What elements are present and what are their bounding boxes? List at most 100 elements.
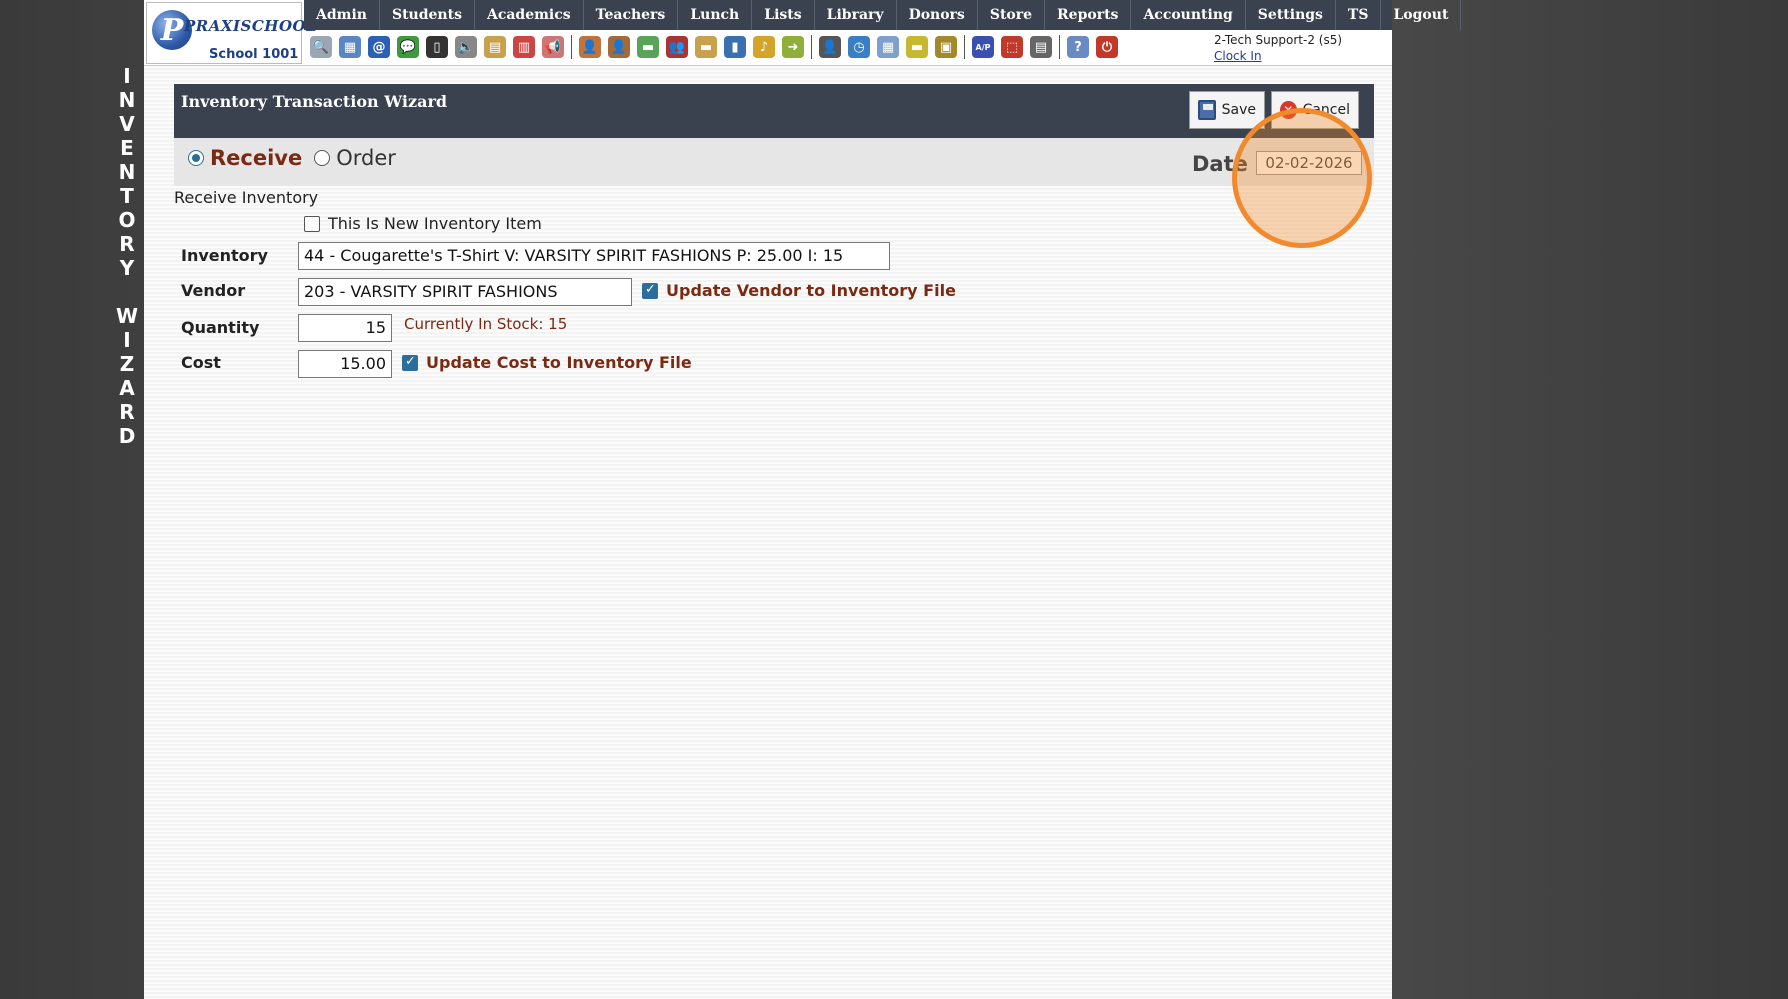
vertical-page-title: INVENTORYWIZARD	[112, 64, 142, 448]
menu-item-ts[interactable]: TS	[1336, 0, 1382, 30]
parents-icon[interactable]: 👥	[666, 36, 688, 58]
inventory-field[interactable]: 44 - Cougarette's T-Shirt V: VARSITY SPI…	[298, 242, 890, 270]
new-item-label[interactable]: This Is New Inventory Item	[328, 214, 542, 233]
main-menu: Admin Students Academics Teachers Lunch Lists…	[304, 0, 1462, 30]
app-frame: P PRAXISCHOOL School 1001 Admin Students A…	[144, 0, 1462, 999]
new-item-row: This Is New Inventory Item	[304, 214, 542, 233]
top-bar: P PRAXISCHOOL School 1001 Admin Students A…	[144, 0, 1462, 66]
side-title-letter: A	[119, 376, 135, 400]
teacher-icon[interactable]: 👤	[579, 36, 601, 58]
side-title-letter: V	[119, 112, 135, 136]
ap-icon[interactable]: A/P	[972, 36, 994, 58]
money-icon[interactable]: ▬	[637, 36, 659, 58]
save-button[interactable]: Save	[1189, 91, 1265, 129]
calendar-grid-icon[interactable]: ▦	[339, 36, 361, 58]
mode-selector: Receive Order	[188, 146, 402, 170]
power-icon[interactable]: ⏻	[1096, 36, 1118, 58]
menu-item-store[interactable]: Store	[978, 0, 1046, 30]
side-title-letter: I	[123, 64, 131, 88]
update-cost-option: Update Cost to Inventory File	[402, 353, 692, 372]
menu-item-logout[interactable]: Logout	[1381, 0, 1462, 30]
cancel-label: Cancel	[1302, 102, 1350, 118]
update-vendor-label[interactable]: Update Vendor to Inventory File	[666, 281, 956, 300]
update-vendor-checkbox[interactable]	[642, 282, 658, 299]
report-card-icon[interactable]: ▤	[484, 36, 506, 58]
menu-item-academics[interactable]: Academics	[475, 0, 584, 30]
mode-bar: Receive Order Date 02-02-2026	[174, 138, 1374, 186]
stock-note: Currently In Stock: 15	[404, 315, 568, 333]
vendor-field[interactable]: 203 - VARSITY SPIRIT FASHIONS	[298, 278, 632, 306]
staff-icon[interactable]: 👤	[819, 36, 841, 58]
cash-icon[interactable]: ▤	[1030, 36, 1052, 58]
section-title: Receive Inventory	[174, 188, 319, 207]
help-icon[interactable]: ?	[1067, 36, 1089, 58]
update-cost-checkbox[interactable]	[402, 354, 418, 371]
search-icon[interactable]: 🔍	[310, 36, 332, 58]
update-cost-label[interactable]: Update Cost to Inventory File	[426, 353, 692, 372]
menu-item-admin[interactable]: Admin	[304, 0, 380, 30]
quantity-field[interactable]: 15	[298, 314, 392, 342]
calendar-icon[interactable]: ▥	[513, 36, 535, 58]
icon-toolbar: 🔍 ▦ @ 💬 ▯ 🔈 ▤ ▥ 📢 👤 👤 ▬ 👥 ▬ ▮ ♪ ➜ 👤 ◷ ▦ ▬ ▣ A/P ⬚ ▤? ⏻	[304, 30, 1118, 64]
megaphone-icon[interactable]: 📢	[542, 36, 564, 58]
side-title-letter: R	[119, 232, 135, 256]
side-title-letter: T	[120, 184, 134, 208]
menu-item-lists[interactable]: Lists	[752, 0, 815, 30]
user-name: 2-Tech Support-2 (s5)	[1214, 33, 1343, 47]
cost-label: Cost	[181, 353, 221, 372]
toolbar-separator	[571, 35, 572, 59]
toolbar-separator	[811, 35, 812, 59]
side-title-letter: N	[118, 88, 136, 112]
speaker-icon[interactable]: 🔈	[455, 36, 477, 58]
register-icon[interactable]: ▣	[935, 36, 957, 58]
phone-icon[interactable]: ▯	[426, 36, 448, 58]
clock-icon[interactable]: ◷	[848, 36, 870, 58]
cost-field[interactable]: 15.00	[298, 350, 392, 378]
logo[interactable]: P PRAXISCHOOL School 1001	[146, 2, 317, 64]
menu-item-teachers[interactable]: Teachers	[584, 0, 679, 30]
wizard-title: Inventory Transaction Wizard	[181, 92, 448, 111]
menu-item-donors[interactable]: Donors	[897, 0, 978, 30]
export-icon[interactable]: ➜	[782, 36, 804, 58]
side-title-letter: Z	[119, 352, 135, 376]
side-title-letter: O	[118, 208, 136, 232]
wizard-header: Inventory Transaction Wizard Save ✕ Canc…	[174, 84, 1374, 138]
pdf-icon[interactable]: ⬚	[1001, 36, 1023, 58]
menu-item-library[interactable]: Library	[815, 0, 897, 30]
spreadsheet-icon[interactable]: ▦	[877, 36, 899, 58]
order-radio[interactable]	[314, 150, 331, 166]
side-title-letter: R	[119, 400, 135, 424]
menu-item-reports[interactable]: Reports	[1045, 0, 1132, 30]
user-info: 2-Tech Support-2 (s5) Clock In	[1214, 32, 1342, 64]
clock-in-link[interactable]: Clock In	[1214, 48, 1342, 64]
school-name: School 1001	[209, 47, 299, 62]
toolbar-separator	[964, 35, 965, 59]
student-icon[interactable]: 👤	[608, 36, 630, 58]
new-item-checkbox[interactable]	[304, 215, 320, 232]
side-title-letter: Y	[119, 256, 135, 280]
side-title-letter: D	[118, 424, 136, 448]
side-title-letter: I	[123, 328, 131, 352]
toolbar-separator	[1059, 35, 1060, 59]
menu-item-settings[interactable]: Settings	[1246, 0, 1336, 30]
bell-icon[interactable]: ♪	[753, 36, 775, 58]
side-title-letter: N	[118, 160, 136, 184]
inventory-label: Inventory	[181, 246, 268, 265]
receive-label[interactable]: Receive	[210, 146, 302, 170]
cancel-icon: ✕	[1280, 101, 1297, 119]
card-icon[interactable]: ▬	[906, 36, 928, 58]
receive-radio[interactable]	[188, 150, 204, 166]
menu-item-lunch[interactable]: Lunch	[678, 0, 753, 30]
update-vendor-option: Update Vendor to Inventory File	[642, 281, 956, 300]
date-field[interactable]: 02-02-2026	[1256, 151, 1362, 175]
chat-icon[interactable]: 💬	[397, 36, 419, 58]
menu-item-accounting[interactable]: Accounting	[1131, 0, 1246, 30]
quantity-label: Quantity	[181, 318, 260, 337]
email-icon[interactable]: @	[368, 36, 390, 58]
book-icon[interactable]: ▮	[724, 36, 746, 58]
order-label[interactable]: Order	[336, 146, 396, 170]
side-title-letter: E	[120, 136, 134, 160]
menu-item-students[interactable]: Students	[380, 0, 475, 30]
cancel-button[interactable]: ✕ Cancel	[1271, 91, 1359, 129]
lunch-icon[interactable]: ▬	[695, 36, 717, 58]
